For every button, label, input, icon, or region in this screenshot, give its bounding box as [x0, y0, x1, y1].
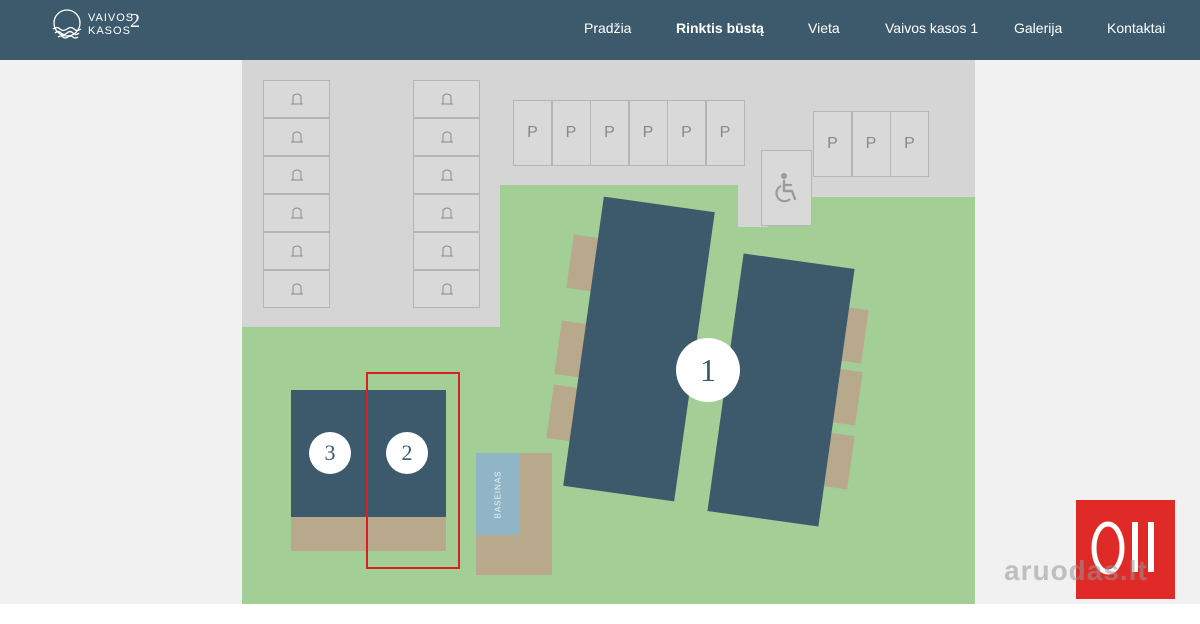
logo-line-2: KASOS — [88, 25, 131, 37]
nav-link-home[interactable]: Pradžia — [584, 0, 631, 60]
parking-space[interactable]: P — [667, 100, 706, 166]
storage-lot[interactable] — [413, 194, 480, 232]
storage-lot-icon — [440, 283, 453, 295]
storage-lot-icon — [440, 207, 453, 219]
swimming-pool: BASEINAS — [476, 453, 520, 535]
storage-lot[interactable] — [263, 80, 330, 118]
storage-lot-icon — [440, 245, 453, 257]
accessible-parking-space[interactable] — [761, 150, 812, 226]
storage-lot[interactable] — [413, 156, 480, 194]
pool-label: BASEINAS — [493, 469, 503, 519]
storage-lot-icon — [440, 169, 453, 181]
storage-lot[interactable] — [263, 232, 330, 270]
parking-space[interactable]: P — [705, 100, 745, 166]
storage-lot-icon — [290, 207, 303, 219]
building-1-marker[interactable]: 1 — [676, 338, 740, 402]
nav-link-vaivos-kasos-1[interactable]: Vaivos kasos 1 — [885, 0, 978, 60]
page-bottom-strip — [0, 604, 1200, 624]
storage-lot-icon — [290, 131, 303, 143]
storage-lot[interactable] — [413, 80, 480, 118]
nav-link-contacts[interactable]: Kontaktai — [1107, 0, 1165, 60]
logo-line-1: VAIVOS — [88, 12, 135, 24]
logo-wordmark: VAIVOS KASOS — [88, 12, 134, 38]
watermark-text: aruodas.lt — [1004, 555, 1148, 586]
terrace-building-3 — [291, 517, 368, 551]
storage-lot-icon — [440, 131, 453, 143]
waves-logo-icon — [52, 9, 82, 39]
site-logo[interactable]: VAIVOS KASOS 2 — [50, 8, 150, 44]
storage-lot-icon — [290, 245, 303, 257]
parking-space[interactable]: P — [851, 111, 891, 177]
storage-lot[interactable] — [263, 270, 330, 308]
nav-link-gallery[interactable]: Galerija — [1014, 0, 1062, 60]
storage-lot-icon — [290, 283, 303, 295]
top-navigation-bar: VAIVOS KASOS 2 Pradžia Rinktis būstą Vie… — [0, 0, 1200, 60]
parking-space[interactable]: P — [590, 100, 629, 166]
storage-lot[interactable] — [263, 118, 330, 156]
nav-link-choose-home[interactable]: Rinktis būstą — [676, 0, 764, 60]
storage-lot-icon — [440, 93, 453, 105]
selected-building-outline — [366, 372, 460, 569]
storage-lot[interactable] — [413, 270, 480, 308]
storage-lot[interactable] — [413, 232, 480, 270]
site-plan: PPPPPP PPP 1 3 2 BASEINAS — [242, 60, 975, 604]
parking-space[interactable]: P — [890, 111, 929, 177]
parking-space[interactable]: P — [628, 100, 668, 166]
storage-lot[interactable] — [263, 156, 330, 194]
building-3-marker[interactable]: 3 — [309, 432, 351, 474]
storage-lot[interactable] — [263, 194, 330, 232]
parking-space[interactable]: P — [813, 111, 852, 177]
storage-lot[interactable] — [413, 118, 480, 156]
parking-space[interactable]: P — [551, 100, 591, 166]
storage-lot-icon — [290, 93, 303, 105]
logo-number: 2 — [130, 10, 140, 32]
nav-link-location[interactable]: Vieta — [808, 0, 840, 60]
parking-space[interactable]: P — [513, 100, 552, 166]
wheelchair-icon — [774, 173, 796, 203]
storage-lot-icon — [290, 169, 303, 181]
